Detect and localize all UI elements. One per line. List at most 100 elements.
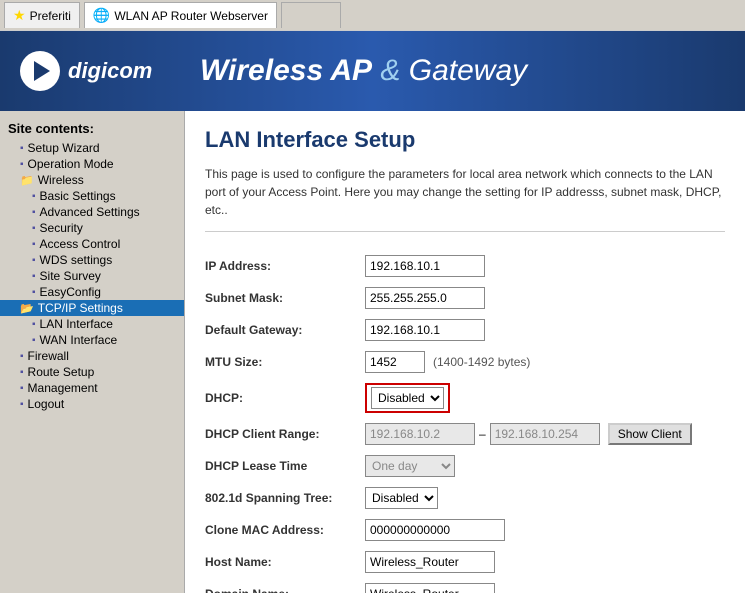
sidebar-item-firewall[interactable]: ▪ Firewall bbox=[0, 348, 184, 364]
tab-empty[interactable] bbox=[281, 2, 341, 28]
sidebar-item-advanced-settings[interactable]: ▪ Advanced Settings bbox=[0, 204, 184, 220]
dhcp-range-start-input[interactable] bbox=[365, 423, 475, 445]
default-gateway-row: Default Gateway: bbox=[205, 314, 725, 346]
dhcp-range-end-input[interactable] bbox=[490, 423, 600, 445]
content-area: Site contents: ▪ Setup Wizard ▪ Operatio… bbox=[0, 111, 745, 593]
doc-icon: ▪ bbox=[20, 351, 24, 362]
tab-bar: ★ Preferiti 🌐 WLAN AP Router Webserver bbox=[0, 0, 745, 30]
sidebar-item-management[interactable]: ▪ Management bbox=[0, 380, 184, 396]
sidebar-label: Setup Wizard bbox=[28, 141, 100, 155]
sidebar-item-operation-mode[interactable]: ▪ Operation Mode bbox=[0, 156, 184, 172]
sidebar-label: EasyConfig bbox=[40, 285, 101, 299]
tab-active[interactable]: 🌐 WLAN AP Router Webserver bbox=[84, 2, 277, 28]
sidebar-item-site-survey[interactable]: ▪ Site Survey bbox=[0, 268, 184, 284]
dhcp-label: DHCP: bbox=[205, 391, 365, 405]
sidebar-label: Basic Settings bbox=[40, 189, 116, 203]
tab-active-label: WLAN AP Router Webserver bbox=[114, 9, 268, 23]
browser-chrome: ★ Preferiti 🌐 WLAN AP Router Webserver bbox=[0, 0, 745, 31]
domain-name-label: Domain Name: bbox=[205, 587, 365, 593]
sidebar-item-route-setup[interactable]: ▪ Route Setup bbox=[0, 364, 184, 380]
globe-icon: 🌐 bbox=[93, 7, 110, 24]
dhcp-lease-row: DHCP Lease Time One day Two days One wee… bbox=[205, 450, 725, 482]
doc-icon: ▪ bbox=[20, 159, 24, 170]
doc-icon: ▪ bbox=[20, 399, 24, 410]
subnet-mask-label: Subnet Mask: bbox=[205, 291, 365, 305]
dhcp-client-range-label: DHCP Client Range: bbox=[205, 427, 365, 441]
sidebar-item-logout[interactable]: ▪ Logout bbox=[0, 396, 184, 412]
show-client-button[interactable]: Show Client bbox=[608, 423, 692, 445]
page-description: This page is used to configure the param… bbox=[205, 165, 725, 232]
tab-favorites-label: Preferiti bbox=[30, 9, 71, 23]
sidebar-label: LAN Interface bbox=[40, 317, 113, 331]
ip-address-input[interactable] bbox=[365, 255, 485, 277]
sidebar-item-wan-interface[interactable]: ▪ WAN Interface bbox=[0, 332, 184, 348]
sidebar-item-basic-settings[interactable]: ▪ Basic Settings bbox=[0, 188, 184, 204]
sidebar-item-easyconfig[interactable]: ▪ EasyConfig bbox=[0, 284, 184, 300]
spanning-tree-row: 802.1d Spanning Tree: Disabled Enabled bbox=[205, 482, 725, 514]
sidebar-label: TCP/IP Settings bbox=[38, 301, 123, 315]
logo-area: digicom bbox=[20, 51, 200, 91]
clone-mac-row: Clone MAC Address: bbox=[205, 514, 725, 546]
sidebar-item-lan-interface[interactable]: ▪ LAN Interface bbox=[0, 316, 184, 332]
mtu-size-label: MTU Size: bbox=[205, 355, 365, 369]
clone-mac-label: Clone MAC Address: bbox=[205, 523, 365, 537]
sidebar-label: Operation Mode bbox=[28, 157, 114, 171]
dhcp-lease-select[interactable]: One day Two days One week bbox=[365, 455, 455, 477]
mtu-size-row: MTU Size: (1400-1492 bytes) bbox=[205, 346, 725, 378]
host-name-row: Host Name: bbox=[205, 546, 725, 578]
dhcp-select[interactable]: Disabled Enabled bbox=[371, 387, 444, 409]
doc-icon: ▪ bbox=[20, 383, 24, 394]
doc-icon: ▪ bbox=[32, 191, 36, 202]
star-icon: ★ bbox=[13, 7, 26, 24]
domain-name-row: Domain Name: bbox=[205, 578, 725, 593]
doc-icon: ▪ bbox=[32, 319, 36, 330]
default-gateway-input[interactable] bbox=[365, 319, 485, 341]
brand-label: digicom bbox=[68, 58, 152, 84]
sidebar-item-security[interactable]: ▪ Security bbox=[0, 220, 184, 236]
folder-icon: 📁 bbox=[20, 174, 34, 187]
ip-address-row: IP Address: bbox=[205, 250, 725, 282]
range-dash: – bbox=[479, 427, 486, 441]
app-wrapper: digicom Wireless AP & Gateway Site conte… bbox=[0, 31, 745, 593]
sidebar-label: WDS settings bbox=[40, 253, 113, 267]
sidebar-label: Firewall bbox=[28, 349, 69, 363]
header-title-part1: Wireless AP bbox=[200, 54, 372, 87]
mtu-hint: (1400-1492 bytes) bbox=[433, 355, 530, 369]
mtu-size-input[interactable] bbox=[365, 351, 425, 373]
doc-icon: ▪ bbox=[32, 207, 36, 218]
sidebar-item-tcpip[interactable]: 📂 TCP/IP Settings bbox=[0, 300, 184, 316]
clone-mac-input[interactable] bbox=[365, 519, 505, 541]
dhcp-client-range-row: DHCP Client Range: – Show Client bbox=[205, 418, 725, 450]
doc-icon: ▪ bbox=[32, 287, 36, 298]
default-gateway-label: Default Gateway: bbox=[205, 323, 365, 337]
sidebar-label: Site Survey bbox=[40, 269, 101, 283]
spanning-tree-select[interactable]: Disabled Enabled bbox=[365, 487, 438, 509]
doc-icon: ▪ bbox=[32, 239, 36, 250]
doc-icon: ▪ bbox=[32, 255, 36, 266]
sidebar-label: Management bbox=[28, 381, 98, 395]
sidebar-label: WAN Interface bbox=[40, 333, 118, 347]
header-title-part2: Gateway bbox=[409, 54, 527, 87]
doc-icon: ▪ bbox=[32, 223, 36, 234]
dhcp-highlight-box: Disabled Enabled bbox=[365, 383, 450, 413]
sidebar-item-setup-wizard[interactable]: ▪ Setup Wizard bbox=[0, 140, 184, 156]
page-title: LAN Interface Setup bbox=[205, 127, 725, 153]
header-title-amp: & bbox=[380, 54, 408, 87]
sidebar-item-access-control[interactable]: ▪ Access Control bbox=[0, 236, 184, 252]
doc-icon: ▪ bbox=[32, 335, 36, 346]
ip-address-label: IP Address: bbox=[205, 259, 365, 273]
dhcp-row: DHCP: Disabled Enabled bbox=[205, 378, 725, 418]
host-name-input[interactable] bbox=[365, 551, 495, 573]
sidebar-item-wireless[interactable]: 📁 Wireless bbox=[0, 172, 184, 188]
folder-open-icon: 📂 bbox=[20, 302, 34, 315]
header-title: Wireless AP & Gateway bbox=[200, 54, 527, 88]
tab-favorites[interactable]: ★ Preferiti bbox=[4, 2, 80, 28]
subnet-mask-input[interactable] bbox=[365, 287, 485, 309]
header: digicom Wireless AP & Gateway bbox=[0, 31, 745, 111]
sidebar-label: Logout bbox=[28, 397, 65, 411]
subnet-mask-row: Subnet Mask: bbox=[205, 282, 725, 314]
spanning-tree-label: 802.1d Spanning Tree: bbox=[205, 491, 365, 505]
host-name-label: Host Name: bbox=[205, 555, 365, 569]
sidebar-item-wds-settings[interactable]: ▪ WDS settings bbox=[0, 252, 184, 268]
logo-play-icon bbox=[34, 61, 50, 81]
